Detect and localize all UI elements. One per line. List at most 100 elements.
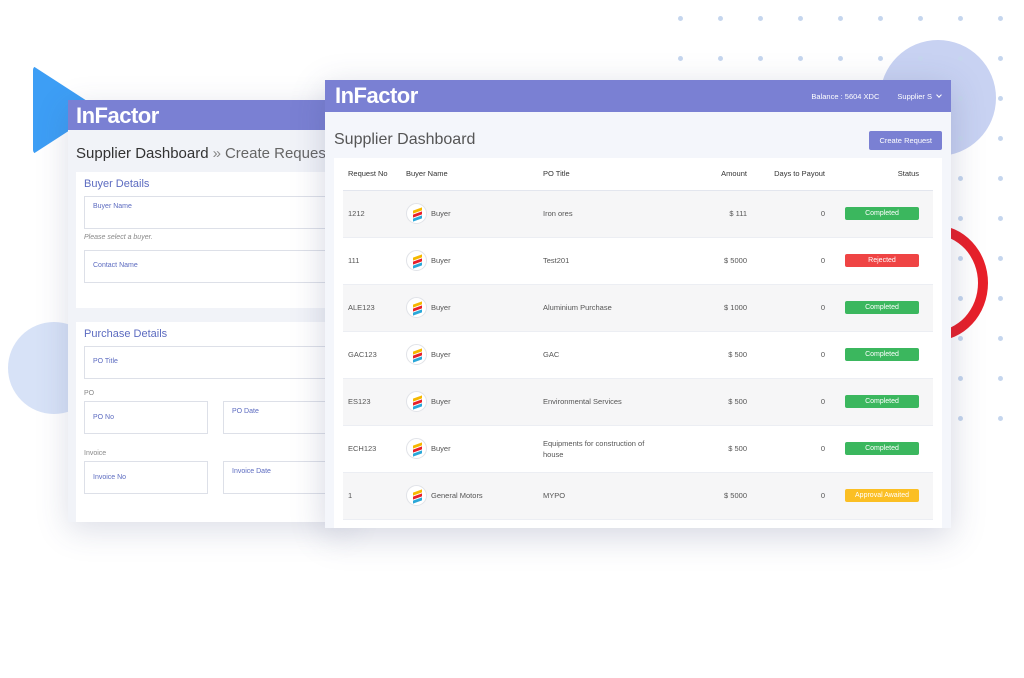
table-row[interactable]: GAC123 Buyer GAC $ 500 0 Completed: [343, 331, 933, 379]
table-row[interactable]: 1212 Buyer Iron ores $ 111 0 Completed: [343, 190, 933, 238]
table-row[interactable]: ECH123 Buyer Equipments for construction o…: [343, 425, 933, 473]
po-title-cell: Equipments for construction of house: [543, 425, 677, 473]
title-row: Supplier Dashboard Create Request: [325, 112, 951, 158]
buyer-logo-icon: [406, 391, 427, 412]
buyer-name: Buyer: [431, 256, 451, 265]
days-to-payout-cell: 0: [747, 237, 825, 285]
status-cell: Completed: [825, 331, 933, 379]
po-title-text: GAC: [543, 350, 560, 359]
col-header-days-to-payout[interactable]: Days to Payout: [747, 158, 825, 191]
request-no-cell: ALE123: [343, 284, 406, 332]
create-request-window: InFactor Supplier Dashboard» Create Reque…: [68, 100, 348, 522]
status-badge[interactable]: Completed: [845, 348, 919, 361]
po-title-text: Aluminium Purchase: [543, 303, 612, 312]
col-header-buyer-name[interactable]: Buyer Name: [406, 158, 543, 191]
request-no-cell: GAC123: [343, 331, 406, 379]
request-no-cell: 111: [343, 237, 406, 285]
chevron-down-icon: [936, 91, 942, 98]
po-title-text: MYPO: [543, 491, 566, 500]
buyer-name: Buyer: [431, 209, 451, 218]
col-header-status[interactable]: Status: [825, 158, 933, 191]
po-field-row: PO No PO Date: [84, 401, 344, 434]
table-row[interactable]: ALE123 Buyer Aluminium Purchase $ 1000 0 Comp…: [343, 284, 933, 332]
status-cell: Completed: [825, 425, 933, 473]
amount-cell: $ 5000: [677, 237, 747, 285]
buyer-name: Buyer: [431, 350, 451, 359]
buyer-cell: Buyer: [406, 331, 543, 379]
days-to-payout-cell: 0: [747, 378, 825, 426]
purchase-details-card: Purchase Details PO Title PO PO No PO Da…: [76, 322, 344, 522]
invoice-date-placeholder: Invoice Date: [232, 468, 271, 475]
invoice-field-row: Invoice No Invoice Date: [84, 461, 344, 494]
request-no-cell: 1: [343, 472, 406, 520]
balance-display: Balance : 5604 XDC: [811, 91, 880, 101]
po-title-cell: GAC: [543, 331, 677, 379]
po-title-cell: Aluminium Purchase: [543, 284, 677, 332]
status-badge[interactable]: Completed: [845, 207, 919, 220]
status-cell: Completed: [825, 378, 933, 426]
breadcrumb-create-request: Create Request: [224, 145, 330, 162]
page-title: Supplier Dashboard: [334, 131, 476, 148]
brand-logo[interactable]: InFactor: [335, 83, 811, 109]
buyer-logo-icon: [406, 297, 427, 318]
breadcrumb-supplier-dashboard[interactable]: Supplier Dashboard: [76, 145, 209, 162]
col-header-request-no[interactable]: Request No: [343, 158, 406, 191]
buyer-logo-icon: [406, 250, 427, 271]
buyer-cell: General Motors: [406, 472, 543, 520]
request-no-cell: ECH123: [343, 425, 406, 473]
status-badge[interactable]: Completed: [845, 442, 919, 455]
po-title-text: Environmental Services: [543, 397, 622, 406]
invoice-no-field[interactable]: Invoice No: [84, 461, 208, 494]
po-title-text: Test201: [543, 256, 570, 265]
user-menu[interactable]: Supplier S: [897, 91, 942, 101]
status-badge[interactable]: Completed: [845, 301, 919, 314]
col-header-amount[interactable]: Amount: [677, 158, 747, 191]
amount-cell: $ 500: [677, 331, 747, 379]
back-app-header: InFactor: [68, 100, 348, 130]
status-badge[interactable]: Approval Awaited: [845, 489, 919, 502]
invoice-no-placeholder: Invoice No: [93, 474, 127, 481]
buyer-cell: Buyer: [406, 190, 543, 238]
table-row[interactable]: 1 General Motors MYPO $ 5000 0 Approval Await…: [343, 472, 933, 520]
request-no-cell: 1212: [343, 190, 406, 238]
po-title-cell: Test201: [543, 237, 677, 285]
contact-name-placeholder: Contact Name: [93, 262, 138, 269]
amount-cell: $ 500: [677, 378, 747, 426]
po-no-field[interactable]: PO No: [84, 401, 208, 434]
status-badge[interactable]: Completed: [845, 395, 919, 408]
amount-cell: $ 1000: [677, 284, 747, 332]
po-label: PO: [84, 390, 95, 397]
buyer-cell: Buyer: [406, 284, 543, 332]
col-header-po-title[interactable]: PO Title: [543, 158, 677, 191]
buyer-details-title: Buyer Details: [84, 178, 150, 190]
po-no-placeholder: PO No: [93, 414, 115, 421]
po-title-field[interactable]: PO Title: [84, 346, 344, 379]
days-to-payout-cell: 0: [747, 472, 825, 520]
user-menu-label: Supplier S: [897, 91, 932, 101]
buyer-logo-icon: [406, 438, 427, 459]
contact-name-field[interactable]: Contact Name: [84, 250, 344, 283]
po-title-cell: Environmental Services: [543, 378, 677, 426]
create-request-button[interactable]: Create Request: [869, 130, 942, 150]
status-cell: Completed: [825, 190, 933, 238]
table-row[interactable]: ES123 Buyer Environmental Services $ 500 0 Co…: [343, 378, 933, 426]
table-row[interactable]: 111 Buyer Test201 $ 5000 0 Rejected: [343, 237, 933, 285]
po-date-placeholder: PO Date: [232, 408, 259, 415]
amount-cell: $ 500: [677, 425, 747, 473]
days-to-payout-cell: 0: [747, 331, 825, 379]
requests-table: Request No Buyer Name PO Title Amount Da…: [343, 158, 933, 520]
buyer-logo-icon: [406, 203, 427, 224]
buyer-hint: Please select a buyer.: [84, 234, 153, 241]
table-body: 1212 Buyer Iron ores $ 111 0 Completed 111 Buye…: [343, 190, 933, 520]
status-cell: Rejected: [825, 237, 933, 285]
buyer-name-field[interactable]: Buyer Name: [84, 196, 344, 229]
breadcrumb: Supplier Dashboard» Create Request: [68, 130, 348, 172]
po-title-placeholder: PO Title: [93, 358, 118, 365]
days-to-payout-cell: 0: [747, 190, 825, 238]
buyer-name: Buyer: [431, 397, 451, 406]
requests-table-card: Request No Buyer Name PO Title Amount Da…: [334, 158, 942, 528]
amount-cell: $ 5000: [677, 472, 747, 520]
buyer-cell: Buyer: [406, 378, 543, 426]
status-badge[interactable]: Rejected: [845, 254, 919, 267]
buyer-name-placeholder: Buyer Name: [93, 203, 132, 210]
